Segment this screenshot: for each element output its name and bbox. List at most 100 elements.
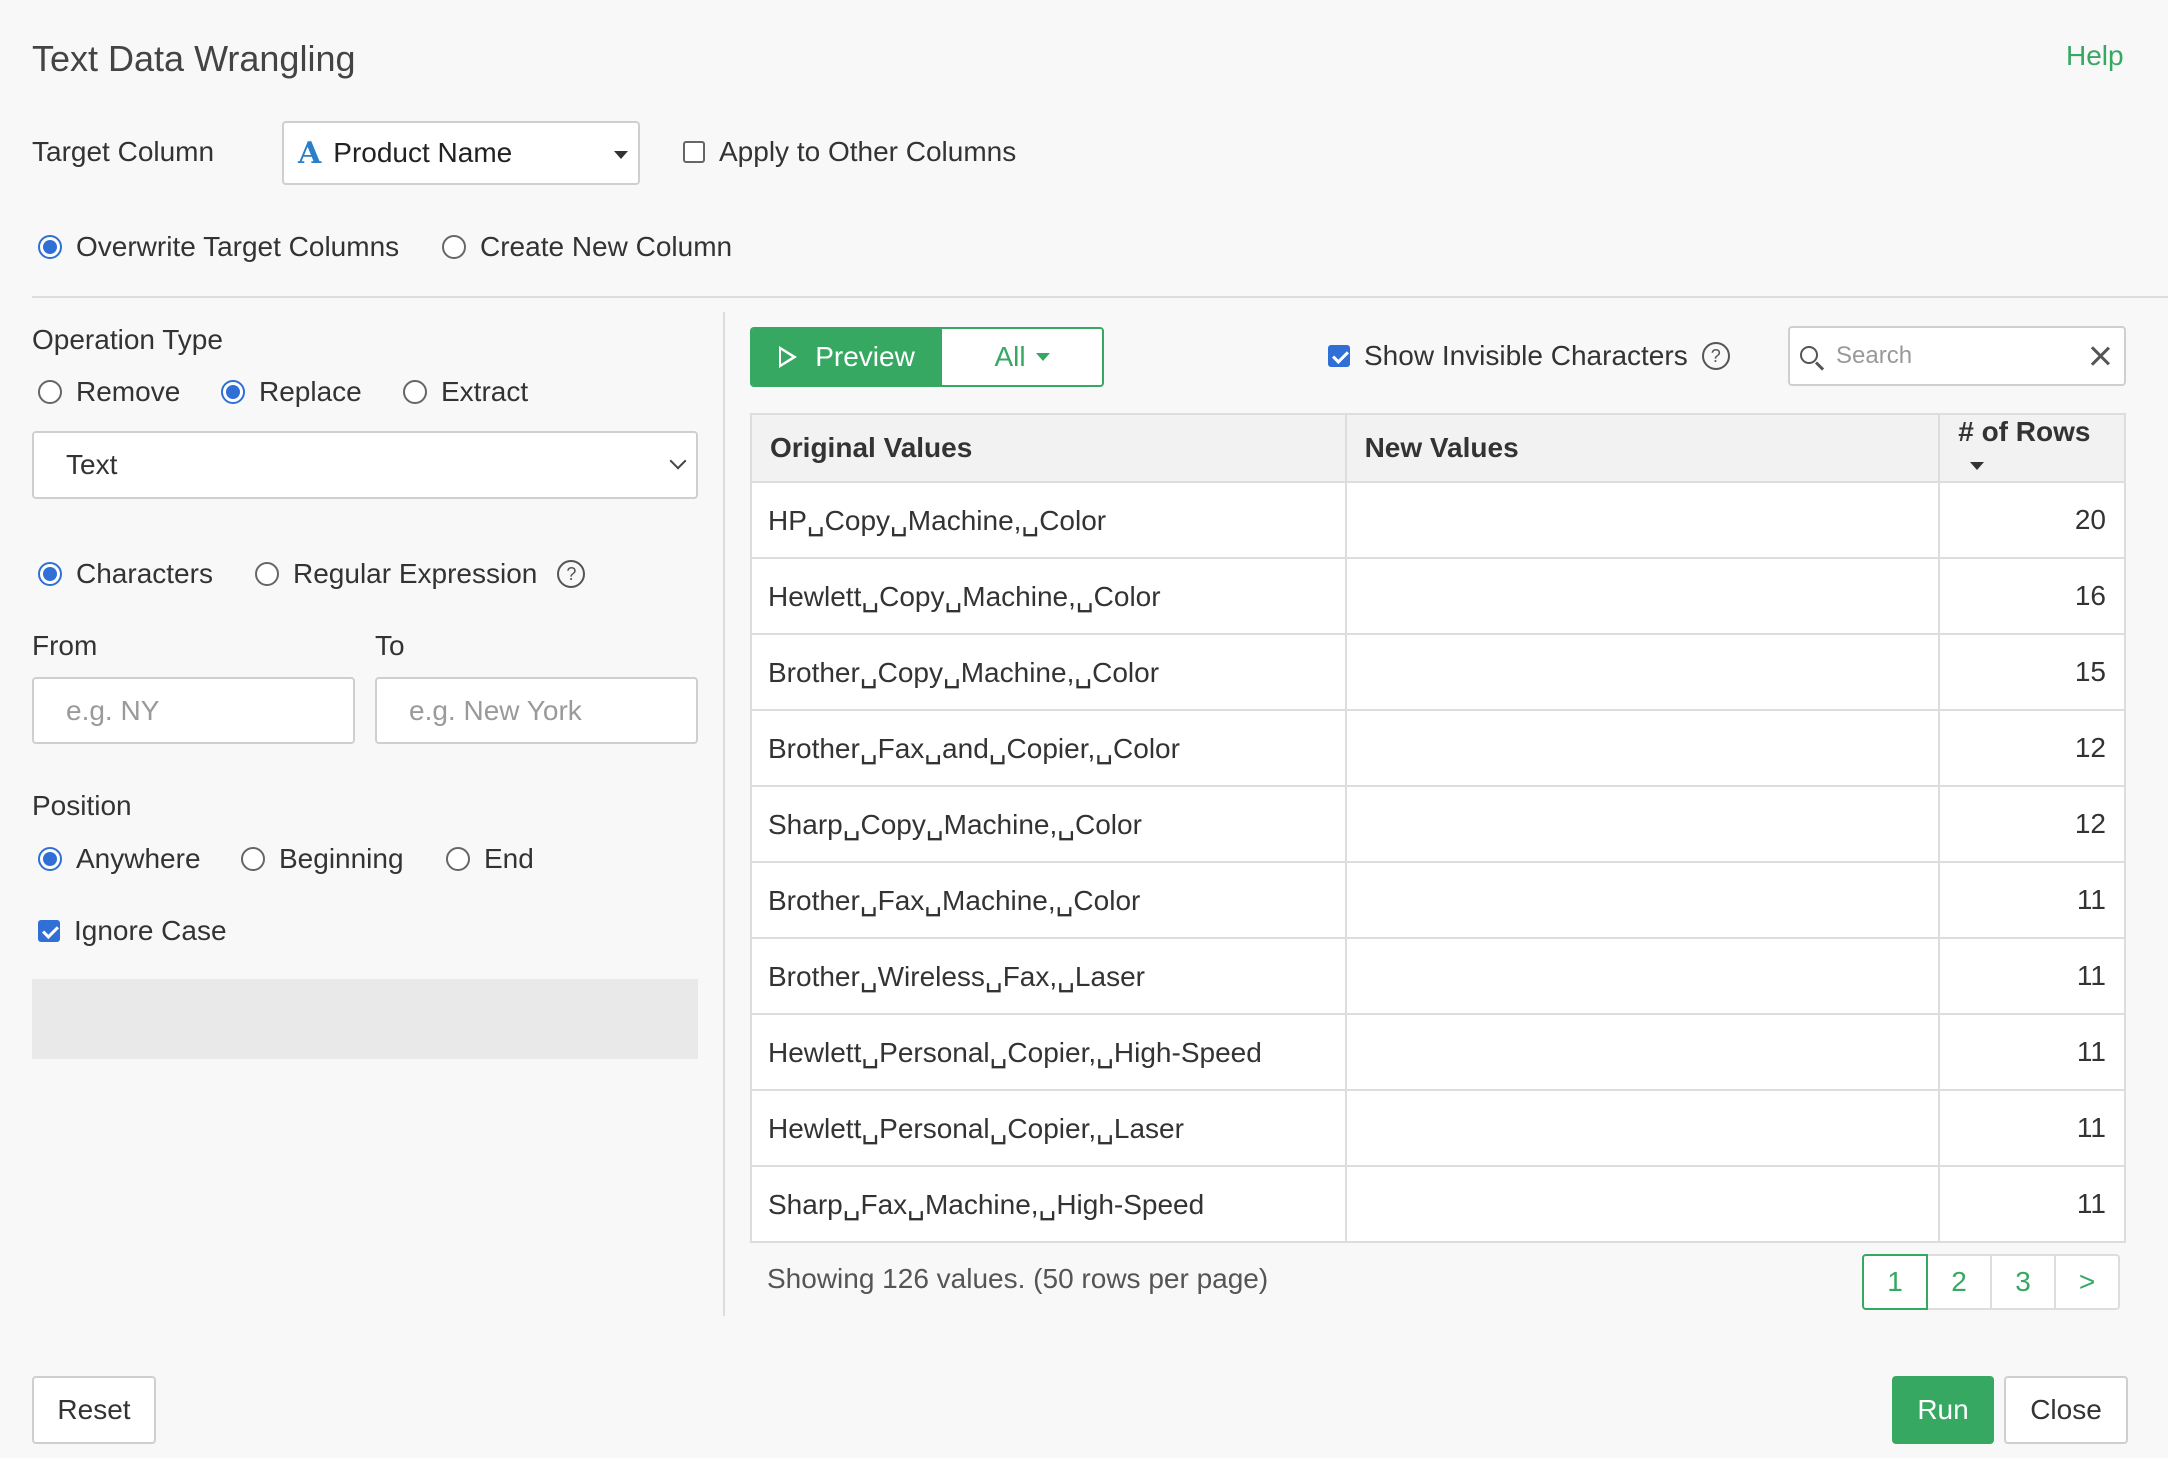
play-icon [779,346,798,368]
original-value-cell: Hewlett␣Personal␣Copier,␣High-Speed [750,1013,1347,1091]
position-anywhere-radio[interactable] [38,847,62,871]
ignore-case-option[interactable]: Ignore Case [38,915,227,947]
dialog-title: Text Data Wrangling [32,38,356,79]
match-type-select[interactable]: Text [32,431,698,499]
example-placeholder-box [32,979,698,1059]
target-column-label: Target Column [32,136,215,167]
row-count-cell: 11 [1938,1165,2126,1243]
overwrite-target-option[interactable]: Overwrite Target Columns [38,231,399,263]
apply-other-columns-checkbox[interactable] [683,141,705,163]
target-column-select[interactable]: A Product Name [282,121,640,185]
create-new-column-radio[interactable] [442,235,466,259]
close-button[interactable]: Close [2004,1376,2128,1444]
new-value-cell [1344,709,1941,787]
new-values-header[interactable]: New Values [1344,413,1941,483]
search-box [1788,326,2126,386]
row-count-cell: 11 [1938,861,2126,939]
original-value-cell: Hewlett␣Copy␣Machine,␣Color [750,557,1347,635]
table-row[interactable]: Brother␣Fax␣Machine,␣Color 11 [750,861,2126,939]
overwrite-target-radio[interactable] [38,235,62,259]
regular-expression-option[interactable]: Regular Expression ? [255,558,586,590]
page-2-button[interactable]: 2 [1926,1254,1992,1310]
characters-option[interactable]: Characters [38,558,213,590]
table-row[interactable]: Brother␣Copy␣Machine,␣Color 15 [750,633,2126,711]
run-button[interactable]: Run [1892,1376,1994,1444]
preview-button[interactable]: Preview [752,329,942,385]
page-3-button[interactable]: 3 [1990,1254,2056,1310]
characters-label: Characters [76,558,213,589]
from-input[interactable] [32,677,355,744]
row-count-header-label: # of Rows [1958,416,2091,447]
page-1-button[interactable]: 1 [1862,1254,1928,1310]
pagination-summary: Showing 126 values. (50 rows per page) [767,1263,1269,1294]
original-values-header[interactable]: Original Values [750,413,1347,483]
operation-remove-option[interactable]: Remove [38,376,180,408]
create-new-column-option[interactable]: Create New Column [442,231,732,263]
question-circle-icon[interactable]: ? [557,560,586,588]
row-count-cell: 11 [1938,1089,2126,1167]
table-row[interactable]: Brother␣Wireless␣Fax,␣Laser 11 [750,937,2126,1015]
position-anywhere-option[interactable]: Anywhere [38,843,201,875]
position-beginning-option[interactable]: Beginning [241,843,404,875]
show-invisible-option[interactable]: Show Invisible Characters ? [1328,340,1730,372]
operation-replace-label: Replace [259,376,362,407]
show-invisible-checkbox[interactable] [1328,345,1350,367]
table-row[interactable]: Sharp␣Copy␣Machine,␣Color 12 [750,785,2126,863]
panel-divider [723,312,725,1316]
clear-search-icon[interactable] [2090,346,2110,366]
search-input[interactable] [1834,341,2068,371]
characters-radio[interactable] [38,562,62,586]
operation-replace-option[interactable]: Replace [221,376,362,408]
target-column-value: Product Name [333,137,513,168]
original-value-cell: Brother␣Copy␣Machine,␣Color [750,633,1347,711]
regular-expression-radio[interactable] [255,562,279,586]
new-value-cell [1344,937,1941,1015]
to-label: To [375,630,405,661]
new-value-cell [1344,785,1941,863]
original-value-cell: Sharp␣Copy␣Machine,␣Color [750,785,1347,863]
new-value-cell [1344,633,1941,711]
operation-replace-radio[interactable] [221,380,245,404]
caret-down-icon [614,151,628,159]
next-page-button[interactable]: > [2054,1254,2120,1310]
table-row[interactable]: Hewlett␣Copy␣Machine,␣Color 16 [750,557,2126,635]
preview-label: Preview [815,341,915,372]
original-value-cell: Sharp␣Fax␣Machine,␣High-Speed [750,1165,1347,1243]
table-row[interactable]: Sharp␣Fax␣Machine,␣High-Speed 11 [750,1165,2126,1243]
section-divider [32,296,2168,298]
table-row[interactable]: Hewlett␣Personal␣Copier,␣High-Speed 11 [750,1013,2126,1091]
pagination: 1 2 3 > [1862,1254,2120,1310]
to-input[interactable] [375,677,698,744]
apply-other-columns-option[interactable]: Apply to Other Columns [683,136,1016,168]
table-row[interactable]: Brother␣Fax␣and␣Copier,␣Color 12 [750,709,2126,787]
preview-button-group: Preview All [750,327,1104,387]
question-circle-icon[interactable]: ? [1701,342,1730,370]
position-end-radio[interactable] [446,847,470,871]
preview-table: Original Values New Values # of Rows HP␣… [750,413,2126,1243]
help-link[interactable]: Help [2066,40,2124,72]
reset-button[interactable]: Reset [32,1376,156,1444]
table-header-row: Original Values New Values # of Rows [750,413,2126,483]
create-new-column-label: Create New Column [480,231,733,262]
operation-extract-option[interactable]: Extract [403,376,528,408]
original-value-cell: Brother␣Fax␣and␣Copier,␣Color [750,709,1347,787]
row-count-header[interactable]: # of Rows [1938,413,2126,483]
original-value-cell: HP␣Copy␣Machine,␣Color [750,481,1347,559]
new-value-cell [1344,1089,1941,1167]
table-row[interactable]: Hewlett␣Personal␣Copier,␣Laser 11 [750,1089,2126,1167]
ignore-case-checkbox[interactable] [38,920,60,942]
table-row[interactable]: HP␣Copy␣Machine,␣Color 20 [750,481,2126,559]
row-count-cell: 11 [1938,1013,2126,1091]
new-value-cell [1344,861,1941,939]
position-end-option[interactable]: End [446,843,534,875]
regular-expression-label: Regular Expression [293,558,538,589]
preview-filter-dropdown[interactable]: All [942,329,1102,385]
operation-remove-radio[interactable] [38,380,62,404]
operation-extract-radio[interactable] [403,380,427,404]
row-count-cell: 12 [1938,709,2126,787]
row-count-cell: 15 [1938,633,2126,711]
new-value-cell [1344,1013,1941,1091]
ignore-case-label: Ignore Case [74,915,227,946]
position-beginning-radio[interactable] [241,847,265,871]
original-value-cell: Brother␣Wireless␣Fax,␣Laser [750,937,1347,1015]
